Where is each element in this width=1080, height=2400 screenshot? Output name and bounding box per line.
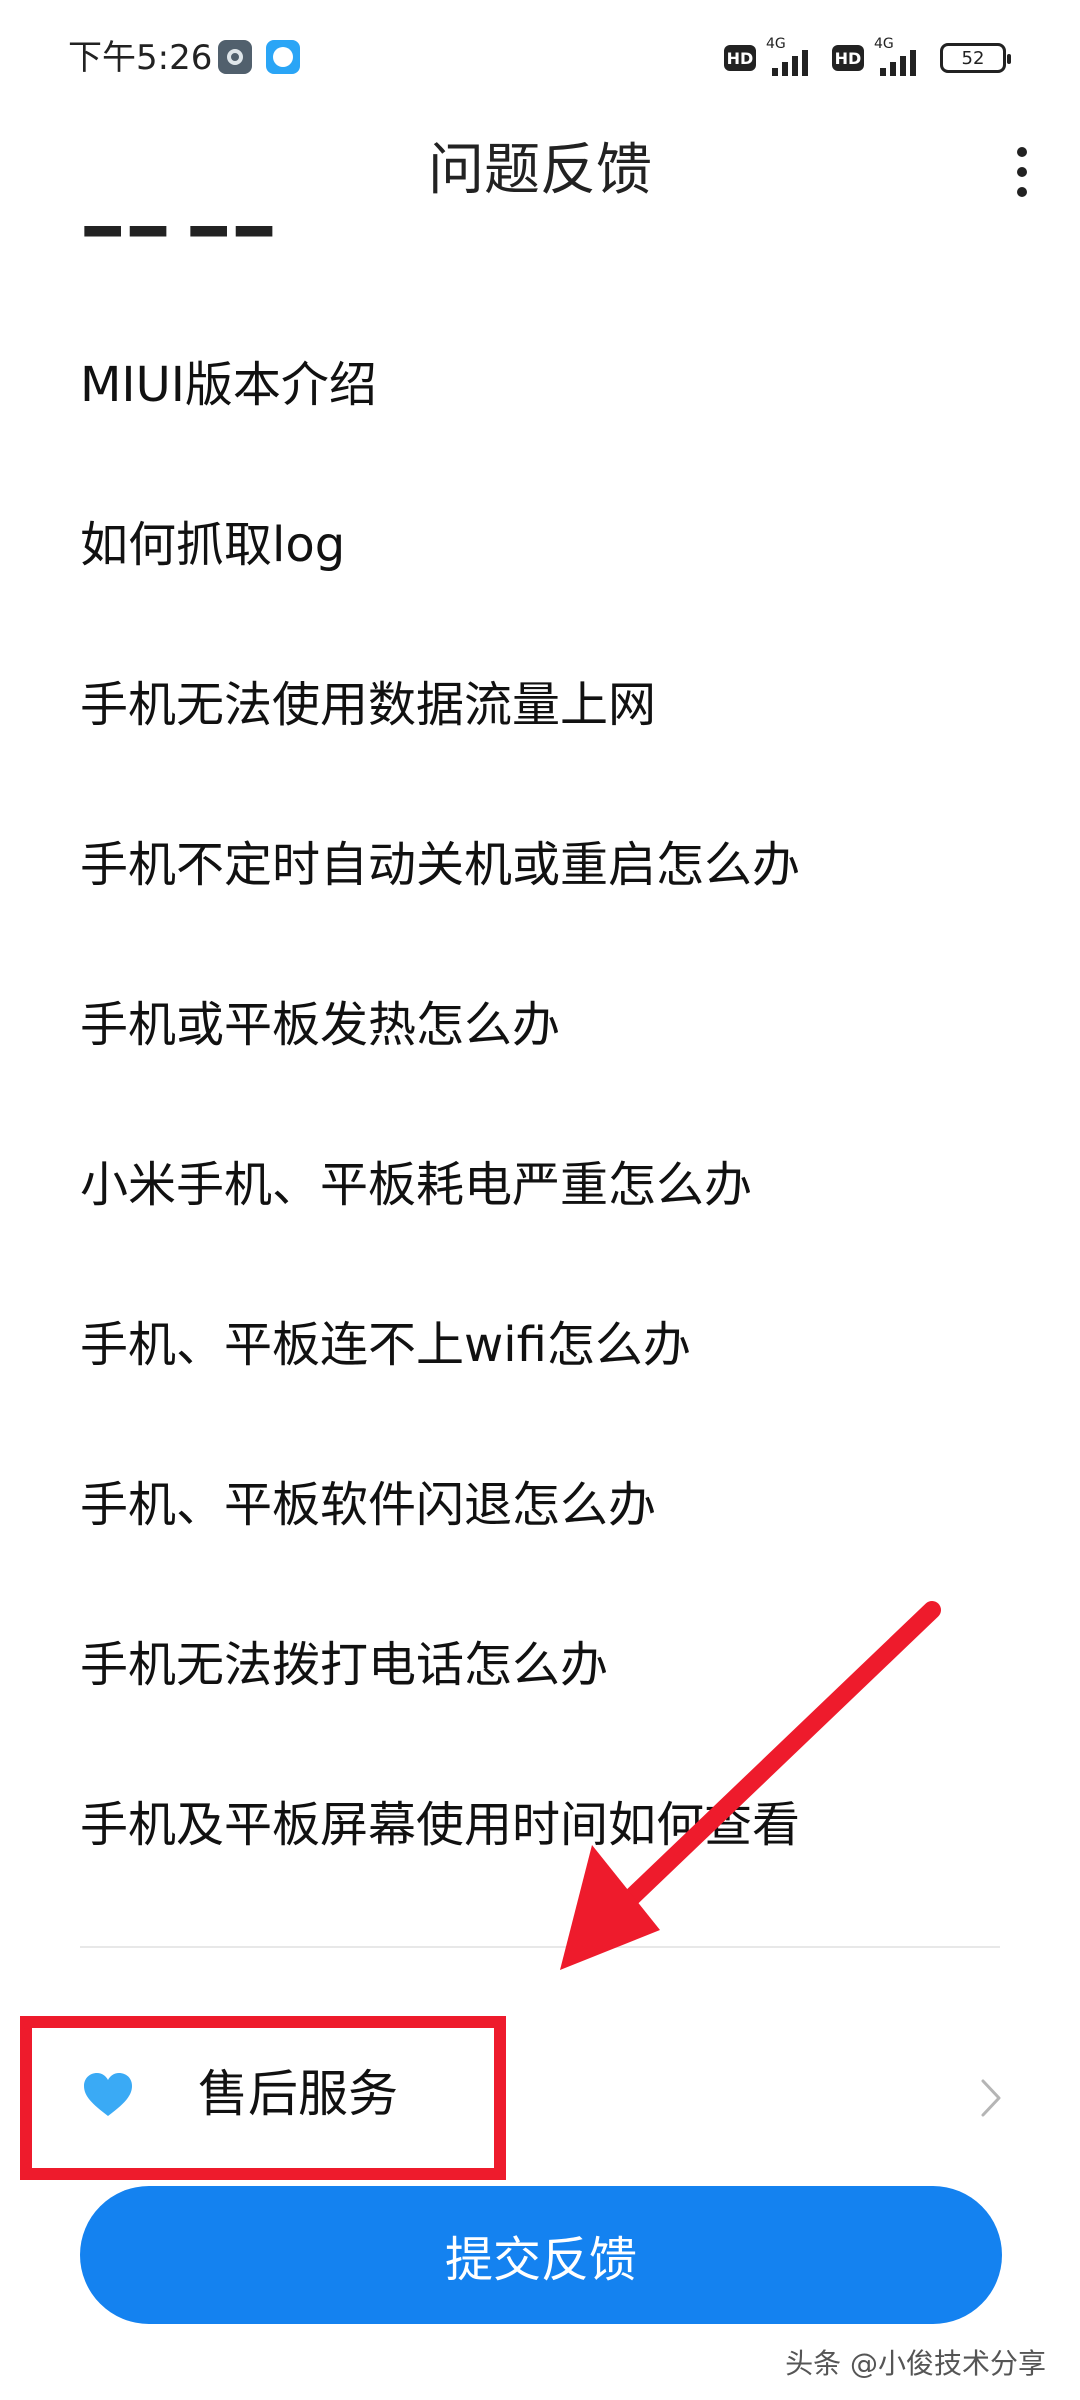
faq-item[interactable]: 手机无法使用数据流量上网 bbox=[0, 620, 1080, 780]
after-sales-service-row[interactable]: 售后服务 bbox=[0, 2010, 1080, 2180]
watermark: 头条 @小俊技术分享 bbox=[785, 2347, 1046, 2380]
faq-item[interactable]: 手机、平板连不上wifi怎么办 bbox=[0, 1260, 1080, 1420]
submit-feedback-button[interactable]: 提交反馈 bbox=[80, 2186, 1002, 2324]
title-bar: 问题反馈 bbox=[0, 110, 1080, 230]
faq-list: MIUI版本介绍 如何抓取log 手机无法使用数据流量上网 手机不定时自动关机或… bbox=[0, 300, 1080, 1900]
signal-strength-icon-2: 4G bbox=[874, 36, 930, 78]
hd-icon: HD bbox=[724, 45, 756, 71]
message-notification-icon bbox=[266, 40, 300, 74]
faq-item[interactable]: 手机不定时自动关机或重启怎么办 bbox=[0, 780, 1080, 940]
faq-item[interactable]: 手机、平板软件闪退怎么办 bbox=[0, 1420, 1080, 1580]
faq-item[interactable]: 小米手机、平板耗电严重怎么办 bbox=[0, 1100, 1080, 1260]
divider bbox=[80, 1946, 1000, 1948]
status-indicators: HD 4G HD 4G 52 bbox=[724, 36, 1011, 78]
faq-item[interactable]: 手机或平板发热怎么办 bbox=[0, 940, 1080, 1100]
heart-icon bbox=[84, 2073, 132, 2116]
status-time: 下午5:26 bbox=[68, 38, 213, 78]
faq-item[interactable]: 手机无法拨打电话怎么办 bbox=[0, 1580, 1080, 1740]
page-title: 问题反馈 bbox=[428, 138, 652, 203]
more-options-icon[interactable] bbox=[992, 140, 1052, 204]
battery-level: 52 bbox=[961, 47, 985, 69]
after-sales-service-label: 售后服务 bbox=[198, 2065, 398, 2123]
faq-item[interactable]: 如何抓取log bbox=[0, 460, 1080, 620]
chevron-right-icon bbox=[981, 2079, 1001, 2117]
faq-item[interactable]: 手机及平板屏幕使用时间如何查看 bbox=[0, 1740, 1080, 1900]
feedback-screen: 下午5:26 HD 4G HD 4G 52 问题反馈 MIUI版本介绍 如何抓取… bbox=[0, 0, 1080, 2400]
faq-item[interactable]: MIUI版本介绍 bbox=[0, 300, 1080, 460]
scrolled-item-remnant: ▬▬ ▬▬ bbox=[80, 226, 980, 254]
settings-notification-icon bbox=[218, 40, 252, 74]
hd-icon-2: HD bbox=[832, 45, 864, 71]
status-bar: 下午5:26 HD 4G HD 4G 52 bbox=[0, 0, 1080, 110]
battery-icon: 52 bbox=[940, 43, 1011, 73]
signal-strength-icon: 4G bbox=[766, 36, 822, 78]
